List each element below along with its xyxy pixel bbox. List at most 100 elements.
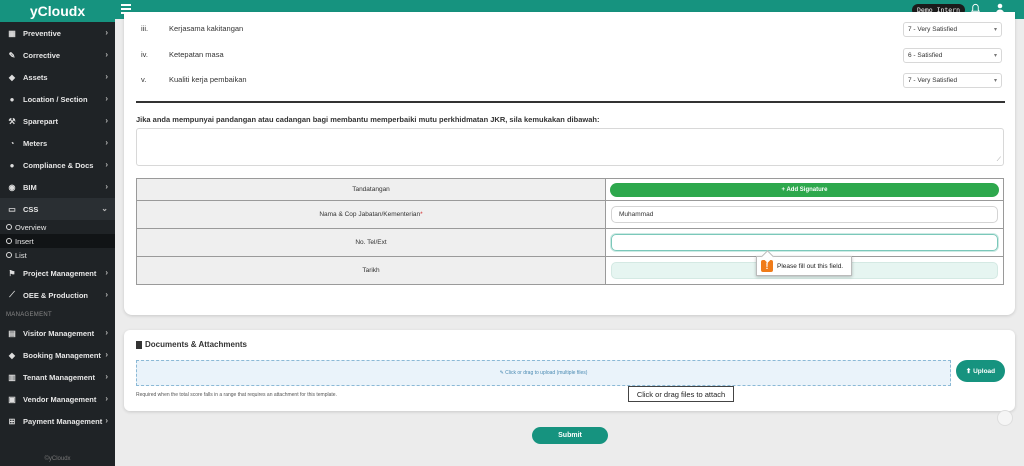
sidebar-item-sparepart[interactable]: ⚒ Sparepart › [0,110,115,132]
phone-input[interactable] [611,234,998,251]
sidebar-item-project-management[interactable]: ⚑ Project Management › [0,262,115,284]
chevron-right-icon: › [105,182,108,191]
chevron-right-icon: › [105,72,108,81]
sidebar-item-visitor-management[interactable]: ▤ Visitor Management › [0,322,115,344]
chevron-right-icon: › [105,290,108,299]
table-row: No. Tel/Ext [136,228,1004,257]
tooltip-text: Please fill out this field. [777,262,844,270]
sidebar-item-css[interactable]: ▭ CSS ⌄ [0,198,115,220]
sidebar-item-payment-management[interactable]: ⊞ Payment Management › [0,410,115,432]
phone-label: No. Tel/Ext [136,228,606,257]
section-label-management: MANAGEMENT [6,312,53,318]
sidebar-item-label: CSS [23,204,39,214]
location-icon: ● [9,94,15,104]
caret-down-icon: ▾ [993,78,997,84]
documents-title: Documents & Attachments [136,340,247,349]
sidebar-footer: ©yCloudx [44,456,71,462]
chevron-right-icon: › [105,268,108,277]
sidebar-item-label: Preventive [23,28,61,38]
sidebar-item-label: OEE & Production [23,290,89,300]
sidebar-item-meters[interactable]: ◔ Meters › [0,132,115,154]
documents-card: Documents & Attachments ✎ Click or drag … [124,330,1015,411]
caret-down-icon: ▾ [993,27,997,33]
rating-select[interactable]: 7 - Very Satisfied ▾ [903,22,1002,37]
chart-line-icon: ⟋ [9,290,15,299]
document-icon [136,340,142,349]
sidebar-item-label: Meters [23,138,48,148]
chevron-right-icon: › [105,394,108,403]
chevron-right-icon: › [105,94,108,103]
scroll-top-button[interactable] [997,410,1013,426]
dropzone-tooltip: Click or drag files to attach [628,386,734,402]
chevron-right-icon: › [105,50,108,59]
circle-icon [6,224,12,230]
question-text: Ketepatan masa [169,50,224,59]
gauge-icon: ◔ [9,138,15,148]
cube-icon: ◉ [8,182,16,192]
brand-logo[interactable]: yCloudx [0,0,115,22]
chevron-right-icon: › [105,350,108,359]
warning-icon: ! [761,260,773,272]
add-signature-button[interactable]: + Add Signature [610,182,999,197]
sidebar-item-vendor-management[interactable]: ▣ Vendor Management › [0,388,115,410]
sidebar-item-label: Corrective [23,50,61,60]
tag-icon: ◆ [8,72,16,82]
rating-value: 7 - Very Satisfied [908,77,958,84]
question-row: iii. Kerjasama kakitangan [141,24,243,33]
chevron-right-icon: › [105,372,108,381]
sidebar-item-label: Payment Management [23,416,103,426]
circle-icon: ● [9,160,15,170]
sidebar-item-assets[interactable]: ◆ Assets › [0,66,115,88]
comment-label: Jika anda mempunyai pandangan atau cadan… [136,115,600,124]
date-label: Tarikh [136,256,606,285]
table-row: Nama & Cop Jabatan/Kementerian* Muhammad [136,200,1004,229]
sidebar-item-label: Vendor Management [23,394,97,404]
booking-icon: ◆ [8,350,16,360]
sidebar-item-booking-management[interactable]: ◆ Booking Management › [0,344,115,366]
upload-button[interactable]: ⬆ Upload [956,360,1005,382]
chevron-right-icon: › [105,116,108,125]
wrench-icon: ✎ [8,50,16,60]
signature-label: Tandatangan [136,178,606,201]
rating-value: 7 - Very Satisfied [908,26,958,33]
chevron-right-icon: › [105,138,108,147]
caret-down-icon: ▾ [993,53,997,59]
building-icon: ▥ [8,372,16,382]
sidebar-subitem-label: Overview [15,222,47,232]
sidebar-item-preventive[interactable]: ▦ Preventive › [0,22,115,44]
sidebar-item-bim[interactable]: ◉ BIM › [0,176,115,198]
submit-button[interactable]: Submit [532,427,608,444]
rating-select[interactable]: 7 - Very Satisfied ▾ [903,73,1002,88]
comment-textarea[interactable]: ⟋ [136,128,1004,166]
question-text: Kerjasama kakitangan [169,24,244,33]
chevron-right-icon: › [105,416,108,425]
name-input[interactable]: Muhammad [611,206,998,223]
name-label: Nama & Cop Jabatan/Kementerian* [136,200,606,229]
cart-icon: ⊞ [8,416,16,426]
question-text: Kualiti kerja pembaikan [169,75,247,84]
sidebar-item-compliance-docs[interactable]: ● Compliance & Docs › [0,154,115,176]
tools-icon: ⚒ [8,116,16,126]
upload-dropzone[interactable]: ✎ Click or drag to upload (multiple file… [136,360,951,386]
sidebar-item-label: Booking Management [23,350,101,360]
sidebar-subitem-list[interactable]: List [0,248,115,262]
sidebar-subitem-label: Insert [15,236,34,246]
sidebar-subitem-insert[interactable]: Insert [0,234,115,248]
sidebar-item-label: Tenant Management [23,372,95,382]
sidebar-item-location-section[interactable]: ● Location / Section › [0,88,115,110]
sidebar-subitem-label: List [15,250,27,260]
question-number: v. [141,75,147,84]
resize-grip-icon[interactable]: ⟋ [997,157,1001,164]
sidebar-item-label: Visitor Management [23,328,95,338]
sidebar-item-tenant-management[interactable]: ▥ Tenant Management › [0,366,115,388]
chevron-right-icon: › [105,28,108,37]
rating-select[interactable]: 6 - Satisfied ▾ [903,48,1002,63]
sidebar-item-oee-production[interactable]: ⟋ OEE & Production › [0,284,115,306]
chevron-down-icon: ⌄ [101,204,108,213]
attachment-help-text: Required when the total score falls in a… [136,392,337,398]
chevron-right-icon: › [105,160,108,169]
sidebar-item-corrective[interactable]: ✎ Corrective › [0,44,115,66]
sidebar-subitem-overview[interactable]: Overview [0,220,115,234]
project-icon: ⚑ [8,268,16,278]
circle-icon [6,252,12,258]
